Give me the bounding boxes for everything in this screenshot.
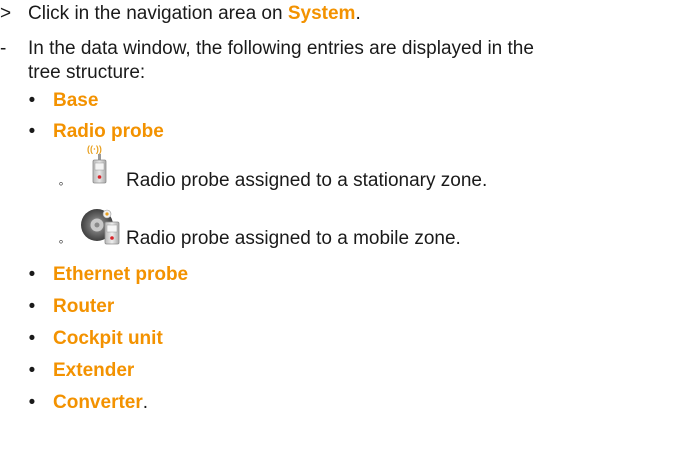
- bullet: •: [28, 264, 36, 285]
- instruction-marker: >: [0, 3, 12, 24]
- entry-cockpit-unit: Cockpit unit: [53, 328, 163, 349]
- radio-probe-mobile-icon: [80, 204, 126, 248]
- entry-converter-suffix: .: [142, 392, 149, 413]
- bullet: •: [28, 296, 36, 317]
- sub-bullet: ◦: [58, 175, 64, 191]
- entry-ethernet-probe: Ethernet probe: [53, 264, 189, 285]
- bullet: •: [28, 121, 36, 142]
- entry-converter: Converter: [53, 392, 143, 413]
- result-line-2: tree structure:: [28, 62, 146, 83]
- entry-extender: Extender: [53, 360, 135, 381]
- instruction-suffix: .: [355, 3, 361, 24]
- sub-entry-mobile: Radio probe assigned to a mobile zone.: [126, 228, 461, 249]
- bullet: •: [28, 90, 36, 111]
- bullet: •: [28, 328, 36, 349]
- entry-router: Router: [53, 296, 115, 317]
- sub-bullet: ◦: [58, 233, 64, 249]
- instruction-text: Click in the navigation area on: [28, 3, 288, 24]
- result-marker: -: [0, 38, 7, 59]
- entry-base: Base: [53, 90, 99, 111]
- sub-entry-stationary: Radio probe assigned to a stationary zon…: [126, 170, 488, 191]
- bullet: •: [28, 392, 36, 413]
- document-page: { "instruction": { "marker": ">", "prefi…: [0, 0, 688, 459]
- system-link[interactable]: System: [288, 3, 356, 24]
- radio-probe-stationary-icon: ((⋅)): [82, 144, 116, 189]
- bullet: •: [28, 360, 36, 381]
- entry-radio-probe: Radio probe: [53, 121, 164, 142]
- result-text-1: In the data window, the following entrie…: [28, 38, 534, 59]
